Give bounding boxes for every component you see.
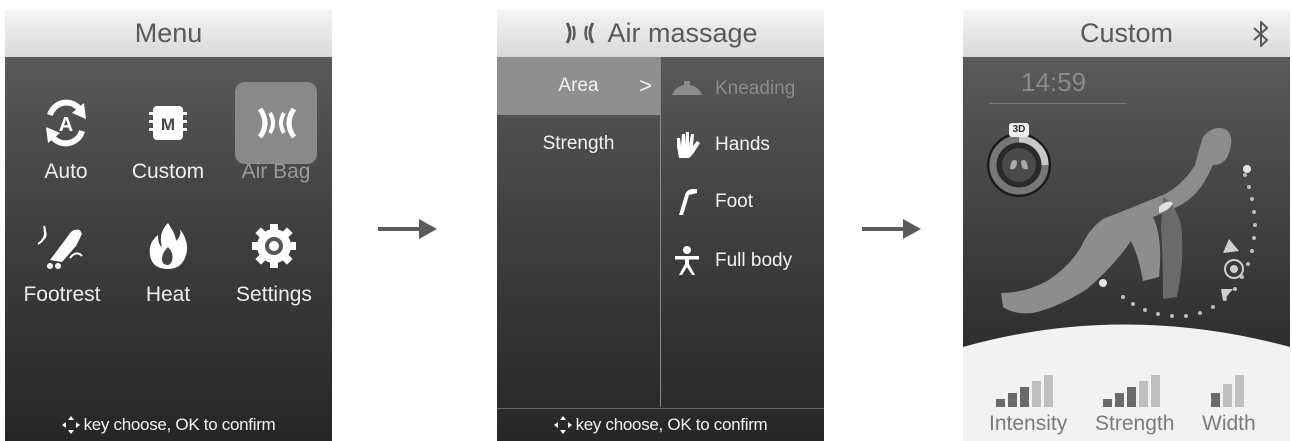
intensity-label: Intensity [989, 412, 1068, 435]
option-label: Kneading [715, 78, 796, 99]
level-bar [1103, 399, 1112, 407]
air-bag-icon [566, 22, 595, 44]
category-strength[interactable]: Strength [497, 115, 660, 173]
category-label: Strength [542, 133, 615, 154]
option-label: Full body [715, 250, 793, 271]
menu-item-label: Auto [44, 160, 88, 183]
flow-arrow-1 [378, 219, 437, 239]
settings-icon [243, 215, 305, 277]
menu-item-footrest[interactable]: Footrest [20, 215, 104, 307]
massage-chair-figure [1001, 128, 1257, 318]
level-bar [1127, 387, 1136, 407]
hand-icon [669, 130, 705, 160]
level-bar [1032, 381, 1041, 407]
menu-body: A Auto M Custom Air Bag Footrest Heat Se… [5, 57, 332, 441]
custom-title: Custom [1079, 18, 1174, 48]
width-level-bars[interactable] [1211, 375, 1247, 407]
heat-icon [137, 215, 199, 277]
menu-item-settings[interactable]: Settings [232, 215, 316, 307]
menu-item-label: Custom [131, 160, 205, 183]
auto-icon: A [35, 92, 97, 154]
level-bar [1139, 381, 1148, 407]
menu-item-label: Footrest [23, 283, 101, 306]
menu-item-heat[interactable]: Heat [126, 215, 210, 307]
strength-label: Strength [1095, 412, 1175, 435]
bluetooth-icon [1253, 21, 1269, 47]
menu-footer: key choose, OK to confirm [5, 409, 332, 441]
category-label: Area [558, 75, 599, 96]
chevron-right-icon: > [639, 73, 652, 98]
level-bar [1211, 393, 1220, 407]
level-bar [1151, 375, 1160, 407]
menu-item-auto[interactable]: A Auto [24, 92, 108, 184]
dpad-icon [553, 416, 572, 434]
level-bar [1223, 384, 1232, 407]
menu-item-label: Settings [236, 283, 312, 306]
air-massage-title: Air massage [607, 18, 758, 48]
air-massage-titlebar: Air massage [497, 10, 824, 57]
footer-hint: key choose, OK to confirm [83, 415, 276, 434]
level-bar [1044, 375, 1053, 407]
svg-text:M: M [161, 115, 175, 134]
option-label: Hands [715, 134, 770, 155]
footrest-icon [31, 215, 93, 277]
foot-icon [669, 187, 705, 217]
option-label: Foot [715, 191, 754, 212]
air-massage-footer: key choose, OK to confirm [497, 408, 824, 441]
dpad-icon [61, 416, 80, 434]
width-label: Width [1202, 412, 1256, 435]
kneading-icon [669, 74, 705, 104]
option-foot[interactable]: Foot [669, 182, 753, 222]
menu-item-label: Heat [145, 283, 191, 306]
option-hands[interactable]: Hands [669, 125, 770, 165]
air-bag-icon [235, 82, 317, 164]
svg-text:A: A [59, 114, 73, 136]
menu-item-custom[interactable]: M Custom [126, 92, 210, 184]
menu-item-air-bag[interactable]: Air Bag [234, 82, 318, 184]
level-bar [1008, 393, 1017, 407]
custom-screen: Custom 14:59 3D Intensity Strength Width [963, 10, 1290, 441]
menu-item-label: Air Bag [241, 160, 311, 183]
custom-stage: 14:59 3D [963, 57, 1290, 367]
custom-icon: M [137, 92, 199, 154]
level-bar [1235, 375, 1244, 407]
air-massage-screen: Air massage Area > Strength Kneading Han… [497, 10, 824, 441]
custom-titlebar: Custom [963, 10, 1290, 57]
footer-hint: key choose, OK to confirm [575, 415, 768, 434]
level-bar [1020, 387, 1029, 407]
level-bar [996, 399, 1005, 407]
level-bar [1115, 393, 1124, 407]
air-massage-body: Area > Strength Kneading Hands Foot Full… [497, 57, 824, 441]
option-full-body[interactable]: Full body [669, 241, 792, 281]
column-divider [660, 57, 661, 407]
category-area[interactable]: Area > [497, 57, 660, 115]
intensity-level-bars[interactable] [996, 375, 1056, 407]
menu-screen: Menu A Auto M Custom Air Bag Footrest He… [5, 10, 332, 441]
option-kneading[interactable]: Kneading [669, 69, 795, 109]
flow-arrow-2 [862, 219, 921, 239]
strength-level-bars[interactable] [1103, 375, 1163, 407]
menu-title: Menu [5, 10, 332, 57]
person-icon [669, 245, 705, 276]
